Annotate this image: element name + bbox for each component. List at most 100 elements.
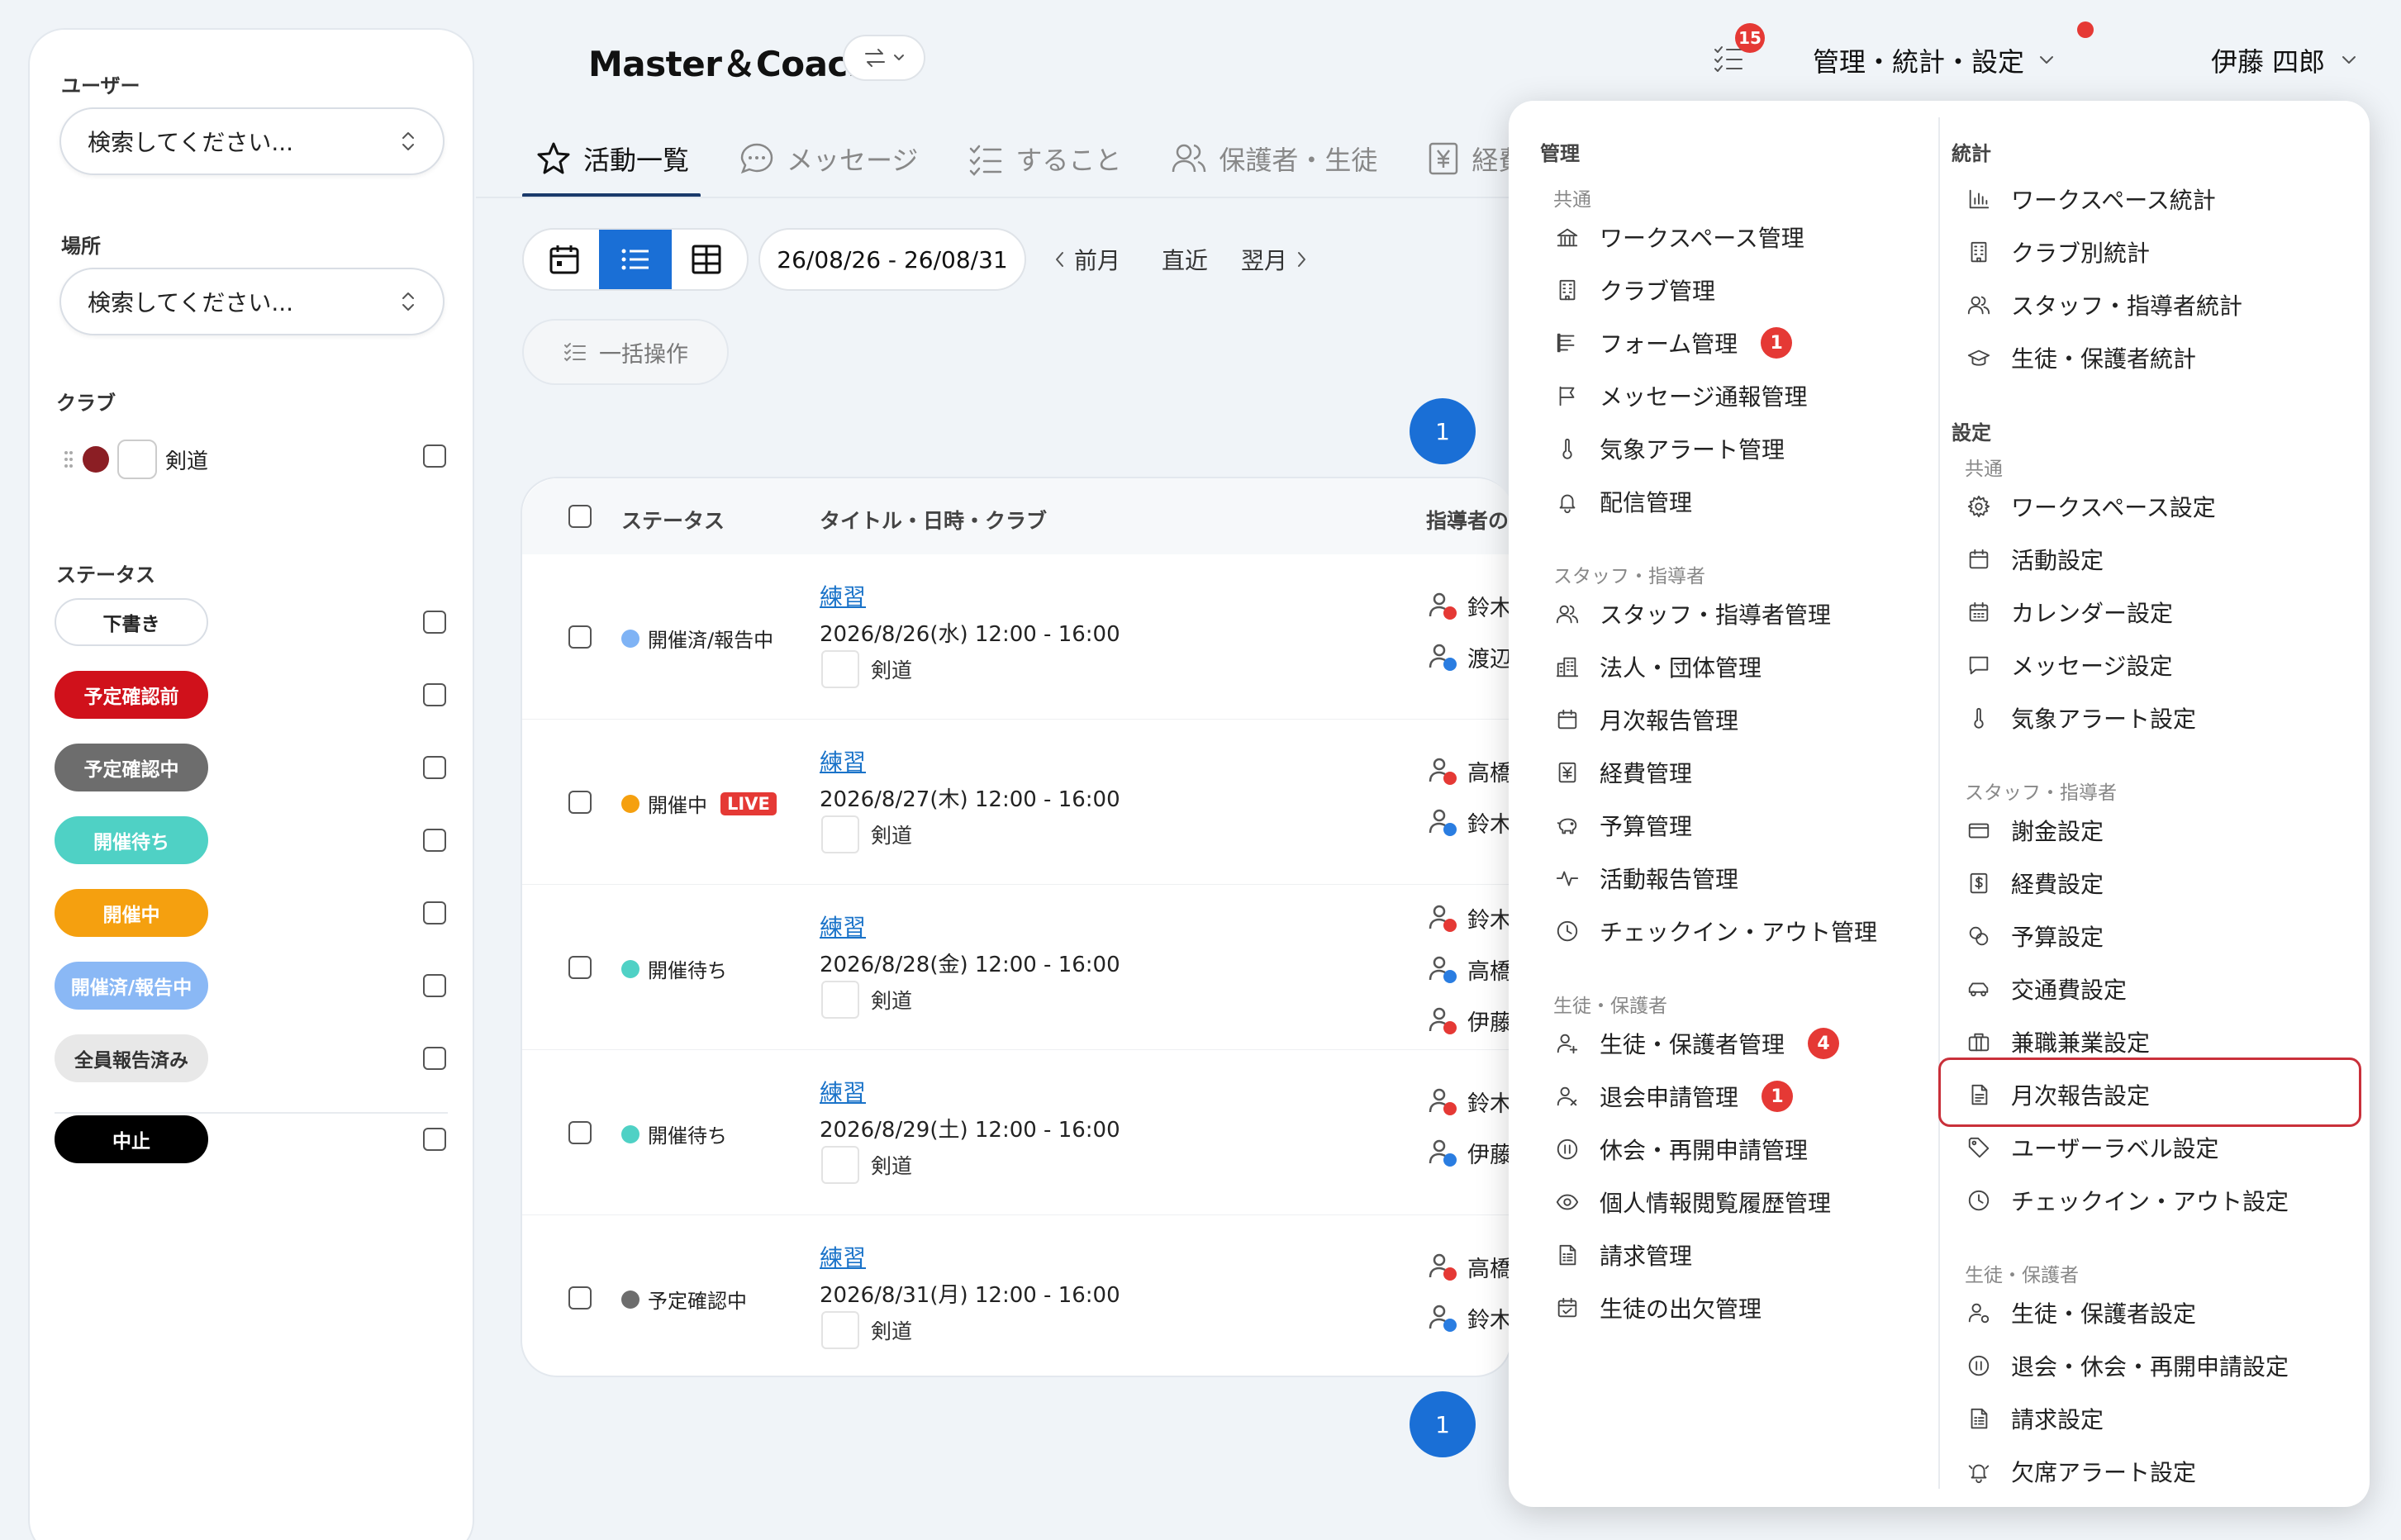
menu-item[interactable]: 配信管理 <box>1553 482 1692 520</box>
status-checkbox[interactable] <box>423 901 446 924</box>
status-pill[interactable]: 予定確認前 <box>55 671 208 719</box>
status-checkbox[interactable] <box>423 683 446 706</box>
user-search-input[interactable]: 検索してください... <box>59 107 445 175</box>
menu-item[interactable]: 退会申請管理 1 <box>1553 1077 1794 1115</box>
menu-item[interactable]: 欠席アラート設定 <box>1965 1452 2196 1490</box>
menu-item[interactable]: 活動設定 <box>1965 540 2104 578</box>
menu-item[interactable]: 生徒・保護者管理 4 <box>1553 1024 1840 1062</box>
activity-title-link[interactable]: 練習 <box>820 1240 866 1273</box>
menu-item[interactable]: 気象アラート設定 <box>1965 699 2196 737</box>
status-pill[interactable]: 開催済/報告中 <box>55 962 208 1010</box>
menu-item[interactable]: 気象アラート管理 <box>1553 430 1785 468</box>
status-pill[interactable]: 下書き <box>55 598 208 646</box>
list-view-button[interactable] <box>598 230 673 289</box>
table-row[interactable]: 開催待ち 練習 2026/8/28(金) 12:00 - 16:00 剣道 鈴木 高橋 伊藤 <box>522 885 1514 1050</box>
menu-item[interactable]: 月次報告管理 <box>1553 701 1738 739</box>
menu-item[interactable]: 活動報告管理 <box>1553 859 1738 897</box>
row-checkbox[interactable] <box>568 956 592 979</box>
menu-item[interactable]: ワークスペース統計 <box>1965 180 2216 218</box>
menu-item[interactable]: 謝金設定 <box>1965 811 2104 849</box>
menu-item[interactable]: スタッフ・指導者統計 <box>1965 286 2242 324</box>
club-checkbox[interactable] <box>423 444 446 468</box>
coach-entry[interactable]: 鈴木 <box>1426 1301 1514 1334</box>
menu-item[interactable]: フォーム管理 1 <box>1553 324 1793 362</box>
place-search-input[interactable]: 検索してください... <box>59 268 445 335</box>
status-checkbox[interactable] <box>423 1128 446 1151</box>
menu-item[interactable]: ユーザーラベル設定 <box>1965 1129 2218 1167</box>
date-range-picker[interactable]: 26/08/26 - 26/08/31 <box>758 228 1026 291</box>
menu-item[interactable]: 個人情報閲覧履歴管理 <box>1553 1183 1831 1221</box>
drag-handle-icon[interactable] <box>63 448 74 471</box>
menu-item[interactable]: 退会・休会・再開申請設定 <box>1965 1347 2289 1385</box>
coach-entry[interactable]: 高橋 <box>1426 754 1514 787</box>
status-checkbox[interactable] <box>423 1047 446 1070</box>
status-pill[interactable]: 中止 <box>55 1115 208 1163</box>
coach-entry[interactable]: 鈴木 <box>1426 806 1514 839</box>
menu-item[interactable]: クラブ別統計 <box>1965 233 2150 271</box>
calendar-view-button[interactable] <box>530 234 599 285</box>
menu-item[interactable]: ワークスペース管理 <box>1553 218 1804 256</box>
status-checkbox[interactable] <box>423 829 446 852</box>
menu-item[interactable]: 予算設定 <box>1965 917 2104 955</box>
task-list-button[interactable]: 15 <box>1712 23 1765 74</box>
status-pill[interactable]: 開催待ち <box>55 816 208 864</box>
row-checkbox[interactable] <box>568 1121 592 1144</box>
pagination-page-bottom[interactable]: 1 <box>1410 1391 1476 1457</box>
next-month-button[interactable]: 翌月 <box>1241 243 1307 276</box>
activity-title-link[interactable]: 練習 <box>820 744 866 777</box>
table-row[interactable]: 開催中 LIVE 練習 2026/8/27(木) 12:00 - 16:00 剣道 高橋鈴… <box>522 720 1514 885</box>
tab-guardians-students[interactable]: 保護者・生徒 <box>1171 134 1377 183</box>
recent-button[interactable]: 直近 <box>1162 243 1208 276</box>
menu-item[interactable]: 生徒の出欠管理 <box>1553 1289 1762 1327</box>
menu-item[interactable]: クラブ管理 <box>1553 271 1715 309</box>
status-pill[interactable]: 予定確認中 <box>55 744 208 791</box>
status-pill[interactable]: 全員報告済み <box>55 1034 208 1082</box>
table-row[interactable]: 開催済/報告中 練習 2026/8/26(水) 12:00 - 16:00 剣道 鈴木渡… <box>522 554 1514 720</box>
workspace-switch-button[interactable] <box>843 35 925 81</box>
coach-entry[interactable]: 鈴木 <box>1426 589 1514 622</box>
menu-item[interactable]: チェックイン・アウト設定 <box>1965 1181 2289 1219</box>
menu-item[interactable]: チェックイン・アウト管理 <box>1553 912 1877 950</box>
tab-todos[interactable]: すること <box>968 134 1121 183</box>
coach-entry[interactable]: 高橋 <box>1426 1250 1514 1283</box>
prev-month-button[interactable]: 前月 <box>1054 243 1120 276</box>
coach-entry[interactable]: 鈴木 <box>1426 901 1514 934</box>
coach-entry[interactable]: 鈴木 <box>1426 1085 1514 1118</box>
coach-entry[interactable]: 伊藤 <box>1426 1136 1514 1169</box>
table-row[interactable]: 予定確認中 練習 2026/8/31(月) 12:00 - 16:00 剣道 高橋 鈴木 <box>522 1215 1514 1381</box>
menu-item[interactable]: 生徒・保護者設定 <box>1965 1294 2196 1332</box>
bulk-action-button[interactable]: 一括操作 <box>522 319 729 385</box>
activity-title-link[interactable]: 練習 <box>820 1075 866 1108</box>
menu-item[interactable]: カレンダー設定 <box>1965 593 2173 631</box>
coach-entry[interactable]: 伊藤 <box>1426 1004 1514 1037</box>
menu-item[interactable]: 請求管理 <box>1553 1236 1692 1274</box>
row-checkbox[interactable] <box>568 1286 592 1309</box>
menu-item[interactable]: 交通費設定 <box>1965 970 2127 1008</box>
tab-messages[interactable]: メッセージ <box>739 134 918 183</box>
menu-item[interactable]: メッセージ通報管理 <box>1553 377 1807 415</box>
status-pill[interactable]: 開催中 <box>55 889 208 937</box>
tab-activities[interactable]: 活動一覧 <box>535 134 689 183</box>
menu-item[interactable]: 経費設定 <box>1965 864 2104 902</box>
menu-item[interactable]: 生徒・保護者統計 <box>1965 339 2196 377</box>
status-checkbox[interactable] <box>423 611 446 634</box>
menu-item[interactable]: 法人・団体管理 <box>1553 648 1762 686</box>
menu-item[interactable]: ワークスペース設定 <box>1965 487 2216 525</box>
table-row[interactable]: 開催待ち 練習 2026/8/29(土) 12:00 - 16:00 剣道 鈴木 伊藤 <box>522 1050 1514 1215</box>
activity-title-link[interactable]: 練習 <box>820 579 866 612</box>
coach-entry[interactable]: 渡辺 <box>1426 640 1514 673</box>
row-checkbox[interactable] <box>568 625 592 649</box>
table-view-button[interactable] <box>672 234 740 285</box>
admin-menu-button[interactable]: 管理・統計・設定 <box>1813 41 2056 79</box>
menu-item[interactable]: 予算管理 <box>1553 806 1692 844</box>
status-checkbox[interactable] <box>423 974 446 997</box>
menu-item[interactable]: 兼職兼業設定 <box>1965 1023 2150 1061</box>
row-checkbox[interactable] <box>568 791 592 814</box>
menu-item[interactable]: メッセージ設定 <box>1965 646 2172 684</box>
menu-item[interactable]: 経費管理 <box>1553 753 1692 791</box>
menu-item[interactable]: 休会・再開申請管理 <box>1553 1130 1808 1168</box>
user-menu-button[interactable]: 伊藤 四郎 <box>2211 41 2358 79</box>
coach-entry[interactable]: 高橋 <box>1426 953 1514 986</box>
select-all-checkbox[interactable] <box>568 505 592 528</box>
pagination-page-top[interactable]: 1 <box>1410 398 1476 464</box>
